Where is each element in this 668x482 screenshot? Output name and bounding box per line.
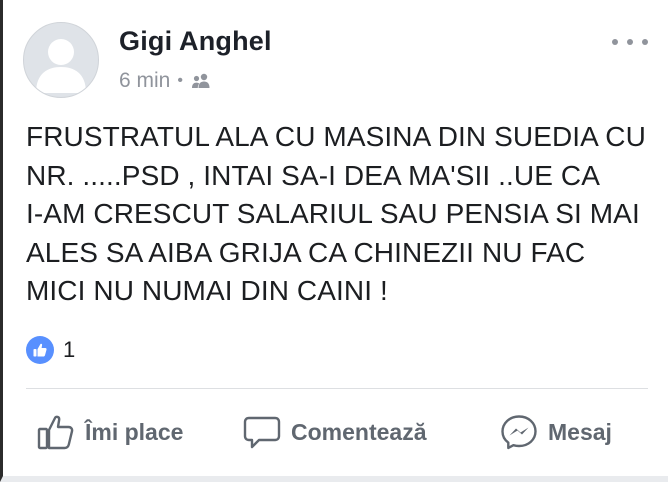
post-text: FRUSTRATUL ALA CU MASINA DIN SUEDIA CU N… xyxy=(26,118,656,311)
meta-separator: • xyxy=(177,72,183,89)
post-text-line: MICI NU NUMAI DIN CAINI ! xyxy=(26,275,388,306)
more-dot-icon xyxy=(612,39,618,45)
more-options-button[interactable] xyxy=(612,32,648,52)
message-label: Mesaj xyxy=(548,418,612,445)
post-text-line: ALES SA AIBA GRIJA CA CHINEZII NU FAC xyxy=(26,236,586,268)
comment-label: Comentează xyxy=(291,418,427,445)
like-button[interactable]: Îmi place xyxy=(37,408,183,456)
thumbs-up-icon xyxy=(37,415,74,450)
messenger-icon xyxy=(501,415,537,450)
friends-icon[interactable] xyxy=(191,73,211,89)
post-header: Gigi Anghel 6 min • xyxy=(23,22,648,102)
comment-button[interactable]: Comentează xyxy=(243,408,426,456)
action-bar: Îmi place Comentează Mesaj xyxy=(3,408,668,456)
avatar[interactable] xyxy=(23,22,99,98)
reactions-summary[interactable]: 1 xyxy=(26,336,75,364)
divider xyxy=(26,388,648,389)
post-meta: 6 min • xyxy=(119,69,211,93)
reaction-count: 1 xyxy=(63,337,76,362)
more-dot-icon xyxy=(627,39,633,45)
post-text-line: I-AM CRESCUT SALARIUL SAU PENSIA SI MAI xyxy=(26,198,640,229)
message-button[interactable]: Mesaj xyxy=(500,408,612,456)
default-user-icon xyxy=(36,39,86,93)
author-name[interactable]: Gigi Anghel xyxy=(119,26,272,57)
post-text-line: FRUSTRATUL ALA CU MASINA DIN SUEDIA CU xyxy=(26,121,646,152)
like-label: Îmi place xyxy=(85,418,184,445)
post-text-line: NR. .....PSD , INTAI SA-I DEA MA'SII ..U… xyxy=(26,159,600,191)
comment-bubble-icon xyxy=(243,416,281,449)
post-card: Gigi Anghel 6 min • FRUSTRATUL ALA CU MA… xyxy=(0,0,668,482)
like-reaction-icon xyxy=(26,336,54,364)
post-time[interactable]: 6 min xyxy=(119,69,170,93)
more-dot-icon xyxy=(642,39,648,45)
